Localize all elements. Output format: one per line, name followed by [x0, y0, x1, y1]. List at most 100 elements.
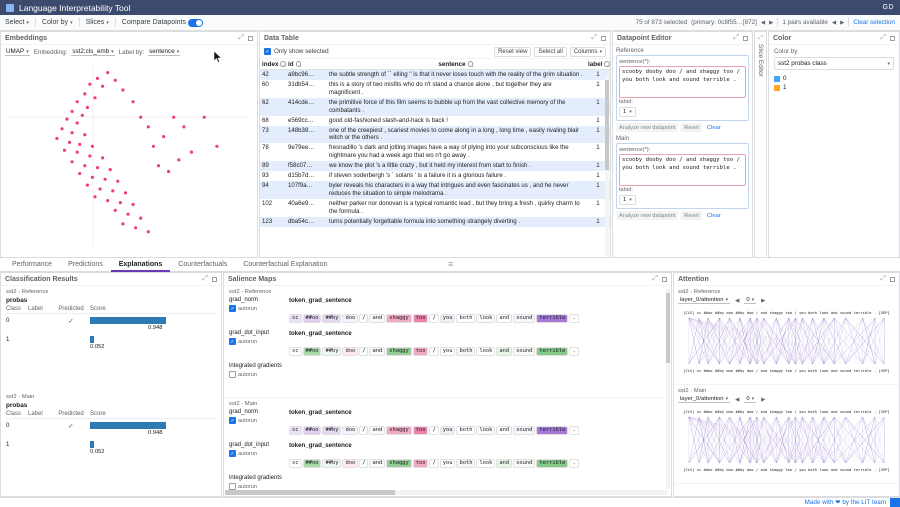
autorun-control[interactable]: autorun: [229, 483, 287, 490]
token-chip[interactable]: both: [456, 459, 475, 468]
prev-pair-icon[interactable]: ◀: [832, 20, 836, 26]
token-chip[interactable]: look: [476, 426, 495, 435]
token-chip[interactable]: and: [496, 459, 512, 468]
only-show-selected-checkbox[interactable]: ✓: [264, 48, 271, 55]
prev-head-icon[interactable]: ◀: [735, 397, 739, 403]
token-chip[interactable]: too: [413, 347, 429, 356]
token-chip[interactable]: ##oo: [303, 426, 322, 435]
tab-predictions[interactable]: Predictions: [60, 258, 111, 272]
token-chip[interactable]: /: [359, 314, 368, 323]
popout-icon[interactable]: ⤢: [733, 34, 739, 42]
embeddings-scatter[interactable]: [1, 59, 257, 255]
token-chip[interactable]: .: [569, 426, 578, 435]
search-icon[interactable]: [604, 61, 610, 67]
token-chip[interactable]: shaggy: [386, 314, 411, 323]
token-chip[interactable]: ##by: [322, 314, 341, 323]
token-chip[interactable]: .: [569, 459, 578, 468]
token-chip[interactable]: /: [359, 347, 368, 356]
token-chip[interactable]: both: [456, 426, 475, 435]
maximize-icon[interactable]: [601, 36, 606, 41]
autorun-checkbox[interactable]: [229, 371, 236, 378]
tab-counterfactuals[interactable]: Counterfactuals: [170, 258, 235, 272]
color-by-select[interactable]: sst2 probas class ▾: [774, 57, 894, 70]
token-chip[interactable]: doo: [342, 459, 358, 468]
popout-icon[interactable]: ⤢: [652, 275, 658, 283]
compare-datapoints-control[interactable]: Compare Datapoints: [122, 19, 203, 27]
table-row[interactable]: 6031db54…this is a story of two misfits …: [260, 80, 610, 98]
scrollbar-horizontal[interactable]: [225, 490, 668, 495]
token-chip[interactable]: you: [440, 426, 456, 435]
maximize-icon[interactable]: [212, 277, 217, 282]
token-chip[interactable]: ##by: [322, 347, 341, 356]
autorun-control[interactable]: ✓autorun: [229, 305, 287, 312]
next-head-icon[interactable]: ▶: [761, 397, 765, 403]
select-all-button[interactable]: Select all: [534, 47, 566, 57]
splitter-drag-handle[interactable]: ≡: [448, 259, 453, 269]
column-header-id[interactable]: id: [286, 60, 326, 69]
popout-icon[interactable]: ⤢: [880, 34, 886, 42]
autorun-control[interactable]: ✓autorun: [229, 338, 287, 345]
search-icon[interactable]: [280, 61, 286, 67]
token-chip[interactable]: too: [413, 426, 429, 435]
scrollbar-vertical[interactable]: [605, 74, 609, 256]
head-select[interactable]: 0▾: [744, 396, 756, 403]
embedding-select[interactable]: sst2:cls_emb▾: [71, 48, 114, 56]
popout-icon[interactable]: ⤢: [880, 275, 886, 283]
columns-button[interactable]: Columns▾: [570, 47, 606, 57]
token-chip[interactable]: too: [413, 459, 429, 468]
maximize-icon[interactable]: [662, 277, 667, 282]
autorun-control[interactable]: ✓autorun: [229, 450, 287, 457]
clear-button[interactable]: Clear: [705, 123, 723, 132]
analyze-new-datapoint-button[interactable]: Analyze new datapoint: [616, 211, 678, 220]
autorun-control[interactable]: ✓autorun: [229, 417, 287, 424]
token-chip[interactable]: look: [476, 459, 495, 468]
token-chip[interactable]: /: [359, 426, 368, 435]
table-row[interactable]: 789e79ee…fresnadillo 's dark and jolting…: [260, 143, 610, 161]
autorun-checkbox[interactable]: ✓: [229, 450, 236, 457]
label-select[interactable]: 1▾: [619, 107, 636, 117]
layer-select[interactable]: layer_0/attention▾: [678, 396, 730, 403]
table-row[interactable]: 93d15b7d…if steven soderbergh 's ` solar…: [260, 171, 610, 181]
maximize-icon[interactable]: [743, 36, 748, 41]
token-chip[interactable]: terrible: [536, 314, 568, 323]
autorun-checkbox[interactable]: ✓: [229, 338, 236, 345]
user-initials[interactable]: GD: [883, 4, 895, 11]
projector-select[interactable]: UMAP▾: [5, 48, 30, 56]
token-chip[interactable]: ##oo: [303, 347, 322, 356]
table-row[interactable]: 42a9bc96…the subtle strength of `` ellin…: [260, 70, 610, 80]
token-chip[interactable]: and: [496, 314, 512, 323]
search-icon[interactable]: [296, 61, 302, 67]
table-row[interactable]: 94107f9a…byler reveals his characters in…: [260, 181, 610, 199]
token-chip[interactable]: /: [429, 347, 438, 356]
token-chip[interactable]: .: [569, 347, 578, 356]
token-chip[interactable]: terrible: [536, 426, 568, 435]
clear-selection-button[interactable]: Clear selection: [853, 19, 895, 26]
popout-icon[interactable]: ⤢: [238, 34, 244, 42]
tab-explanations[interactable]: Explanations: [111, 258, 171, 272]
layer-select[interactable]: layer_0/attention▾: [678, 297, 730, 304]
table-row[interactable]: 123dba54c…turns potentially forgettable …: [260, 217, 610, 227]
autorun-checkbox[interactable]: ✓: [229, 417, 236, 424]
token-chip[interactable]: you: [440, 459, 456, 468]
autorun-checkbox[interactable]: [229, 483, 236, 490]
autorun-control[interactable]: autorun: [229, 371, 287, 378]
next-head-icon[interactable]: ▶: [761, 298, 765, 304]
token-chip[interactable]: sc: [289, 459, 302, 468]
token-chip[interactable]: shaggy: [386, 347, 411, 356]
column-header-sentence[interactable]: sentence: [326, 60, 586, 69]
token-chip[interactable]: and: [496, 347, 512, 356]
menu-slices[interactable]: Slices▾: [86, 19, 109, 26]
label-select[interactable]: 1▾: [619, 195, 636, 205]
token-chip[interactable]: sc: [289, 347, 302, 356]
token-chip[interactable]: ##oo: [303, 459, 322, 468]
label-by-select[interactable]: sentence▾: [148, 48, 180, 56]
token-chip[interactable]: and: [496, 426, 512, 435]
token-chip[interactable]: look: [476, 314, 495, 323]
prev-head-icon[interactable]: ◀: [735, 298, 739, 304]
search-icon[interactable]: [468, 61, 474, 67]
clear-button[interactable]: Clear: [705, 211, 723, 220]
menu-select[interactable]: Select▾: [5, 19, 29, 26]
token-chip[interactable]: terrible: [536, 347, 568, 356]
sentence-input[interactable]: scooby dooby doo / and shaggy too / you …: [619, 66, 746, 98]
token-chip[interactable]: too: [413, 314, 429, 323]
